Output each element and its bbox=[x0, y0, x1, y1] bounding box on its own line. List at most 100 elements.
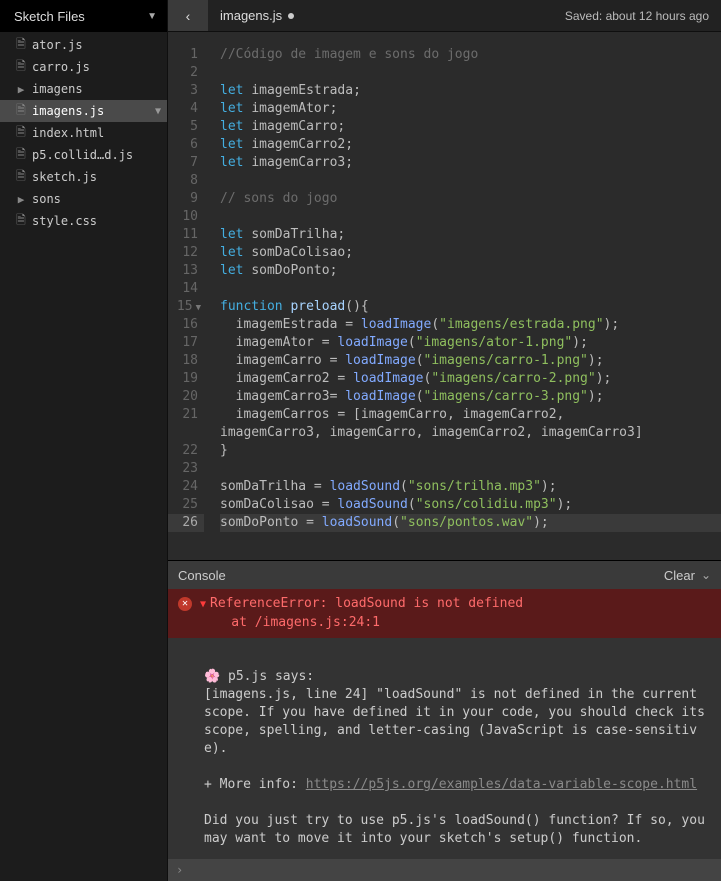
tab-filename[interactable]: imagens.js bbox=[208, 8, 294, 23]
code-line[interactable] bbox=[220, 64, 721, 82]
code-line[interactable]: let imagemAtor; bbox=[220, 100, 721, 118]
folder-icon: ▶ bbox=[14, 193, 28, 206]
sidebar-header[interactable]: Sketch Files ▼ bbox=[0, 0, 167, 32]
code-line[interactable] bbox=[220, 460, 721, 478]
code-line[interactable] bbox=[220, 208, 721, 226]
file-item-imagens-js[interactable]: 🗎imagens.js▼ bbox=[0, 100, 167, 122]
line-number: 13 bbox=[168, 262, 204, 280]
code-line[interactable]: imagemCarro3, imagemCarro, imagemCarro2,… bbox=[220, 424, 721, 442]
code-line[interactable]: somDoPonto = loadSound("sons/pontos.wav"… bbox=[220, 514, 721, 532]
line-number: 15▼ bbox=[168, 298, 204, 316]
line-number: 9 bbox=[168, 190, 204, 208]
back-button[interactable]: ‹ bbox=[168, 0, 208, 31]
line-number bbox=[168, 424, 204, 442]
line-number: 18 bbox=[168, 352, 204, 370]
sidebar-title: Sketch Files bbox=[14, 9, 85, 24]
code-line[interactable]: let imagemCarro2; bbox=[220, 136, 721, 154]
sidebar: Sketch Files ▼ 🗎 ator.js 🗎 carro.js ▶ imagens… bbox=[0, 0, 168, 881]
folder-icon: ▶ bbox=[14, 83, 28, 96]
chevron-down-icon[interactable]: ▼ bbox=[155, 106, 161, 117]
code-line[interactable]: imagemAtor = loadImage("imagens/ator-1.p… bbox=[220, 334, 721, 352]
line-number: 14 bbox=[168, 280, 204, 298]
code-line[interactable]: imagemCarro = loadImage("imagens/carro-1… bbox=[220, 352, 721, 370]
chevron-down-icon: ⌄ bbox=[701, 568, 711, 582]
saved-status: Saved: about 12 hours ago bbox=[565, 9, 721, 23]
code-line[interactable]: let imagemCarro3; bbox=[220, 154, 721, 172]
line-gutter: 123456789101112131415▼161718192021222324… bbox=[168, 32, 208, 560]
file-name-label: style.css bbox=[32, 214, 161, 228]
code-area[interactable]: //Código de imagem e sons do jogo let ima… bbox=[208, 32, 721, 560]
code-line[interactable]: } bbox=[220, 442, 721, 460]
console-clear-button[interactable]: Clear ⌄ bbox=[664, 568, 711, 583]
line-number: 21 bbox=[168, 406, 204, 424]
code-line[interactable]: // sons do jogo bbox=[220, 190, 721, 208]
file-item-carro-js[interactable]: 🗎 carro.js bbox=[0, 56, 167, 78]
file-name-label: ator.js bbox=[32, 38, 161, 52]
code-line[interactable]: let imagemCarro; bbox=[220, 118, 721, 136]
line-number: 1 bbox=[168, 46, 204, 64]
folder-item-imagens[interactable]: ▶ imagens bbox=[0, 78, 167, 100]
code-line[interactable] bbox=[220, 280, 721, 298]
more-info-link[interactable]: https://p5js.org/examples/data-variable-… bbox=[306, 777, 697, 792]
unsaved-dot-icon bbox=[288, 13, 294, 19]
file-name-label: sons bbox=[32, 192, 161, 206]
file-icon: 🗎 bbox=[14, 101, 28, 122]
code-line[interactable] bbox=[220, 172, 721, 190]
code-line[interactable]: function preload(){ bbox=[220, 298, 721, 316]
file-item-ator-js[interactable]: 🗎 ator.js bbox=[0, 34, 167, 56]
file-item-sketch-js[interactable]: 🗎 sketch.js bbox=[0, 166, 167, 188]
code-line[interactable]: let somDaColisao; bbox=[220, 244, 721, 262]
fold-icon[interactable]: ▼ bbox=[196, 303, 201, 313]
console-header: Console Clear ⌄ bbox=[168, 561, 721, 589]
file-icon: 🗎 bbox=[14, 123, 28, 144]
console-info-message: 🌸 p5.js says: [imagens.js, line 24] "loa… bbox=[168, 638, 721, 856]
line-number: 2 bbox=[168, 64, 204, 82]
file-item-index-html[interactable]: 🗎 index.html bbox=[0, 122, 167, 144]
error-message: ▼ReferenceError: loadSound is not define… bbox=[200, 595, 523, 632]
code-line[interactable]: //Código de imagem e sons do jogo bbox=[220, 46, 721, 64]
file-icon: 🗎 bbox=[14, 35, 28, 56]
error-icon: ✕ bbox=[178, 597, 192, 611]
code-line[interactable]: let somDaTrilha; bbox=[220, 226, 721, 244]
line-number: 19 bbox=[168, 370, 204, 388]
tab-filename-label: imagens.js bbox=[220, 8, 282, 23]
file-name-label: p5.collid…d.js bbox=[32, 148, 161, 162]
file-tree: 🗎ator.js🗎carro.js▶imagens🗎imagens.js▼🗎in… bbox=[0, 32, 167, 232]
file-name-label: index.html bbox=[32, 126, 161, 140]
code-editor[interactable]: 123456789101112131415▼161718192021222324… bbox=[168, 32, 721, 560]
console-body[interactable]: ✕ ▼ReferenceError: loadSound is not defi… bbox=[168, 589, 721, 859]
line-number: 3 bbox=[168, 82, 204, 100]
code-line[interactable]: imagemCarros = [imagemCarro, imagemCarro… bbox=[220, 406, 721, 424]
code-line[interactable]: let imagemEstrada; bbox=[220, 82, 721, 100]
line-number: 25 bbox=[168, 496, 204, 514]
code-line[interactable]: imagemCarro2 = loadImage("imagens/carro-… bbox=[220, 370, 721, 388]
console-title: Console bbox=[178, 568, 226, 583]
tabbar: ‹ imagens.js Saved: about 12 hours ago bbox=[168, 0, 721, 32]
code-line[interactable]: somDaTrilha = loadSound("sons/trilha.mp3… bbox=[220, 478, 721, 496]
file-item-p5-collid-d-js[interactable]: 🗎 p5.collid…d.js bbox=[0, 144, 167, 166]
chevron-down-icon: ▼ bbox=[147, 11, 157, 22]
file-name-label: sketch.js bbox=[32, 170, 161, 184]
file-name-label: imagens bbox=[32, 82, 161, 96]
line-number: 20 bbox=[168, 388, 204, 406]
file-name-label: carro.js bbox=[32, 60, 161, 74]
file-icon: 🗎 bbox=[14, 167, 28, 188]
code-line[interactable]: let somDoPonto; bbox=[220, 262, 721, 280]
console-panel: Console Clear ⌄ ✕ ▼ReferenceError: loadS… bbox=[168, 560, 721, 881]
code-line[interactable]: imagemCarro3= loadImage("imagens/carro-3… bbox=[220, 388, 721, 406]
code-line[interactable]: somDaColisao = loadSound("sons/colidiu.m… bbox=[220, 496, 721, 514]
line-number: 12 bbox=[168, 244, 204, 262]
line-number: 7 bbox=[168, 154, 204, 172]
line-number: 23 bbox=[168, 460, 204, 478]
line-number: 10 bbox=[168, 208, 204, 226]
console-input[interactable]: › bbox=[168, 859, 721, 881]
prompt-icon: › bbox=[176, 863, 183, 877]
editor-pane: ‹ imagens.js Saved: about 12 hours ago 1… bbox=[168, 0, 721, 881]
code-line[interactable]: imagemEstrada = loadImage("imagens/estra… bbox=[220, 316, 721, 334]
chevron-left-icon: ‹ bbox=[186, 8, 191, 24]
file-icon: 🗎 bbox=[14, 57, 28, 78]
file-item-style-css[interactable]: 🗎 style.css bbox=[0, 210, 167, 232]
file-icon: 🗎 bbox=[14, 211, 28, 232]
file-icon: 🗎 bbox=[14, 145, 28, 166]
folder-item-sons[interactable]: ▶ sons bbox=[0, 188, 167, 210]
